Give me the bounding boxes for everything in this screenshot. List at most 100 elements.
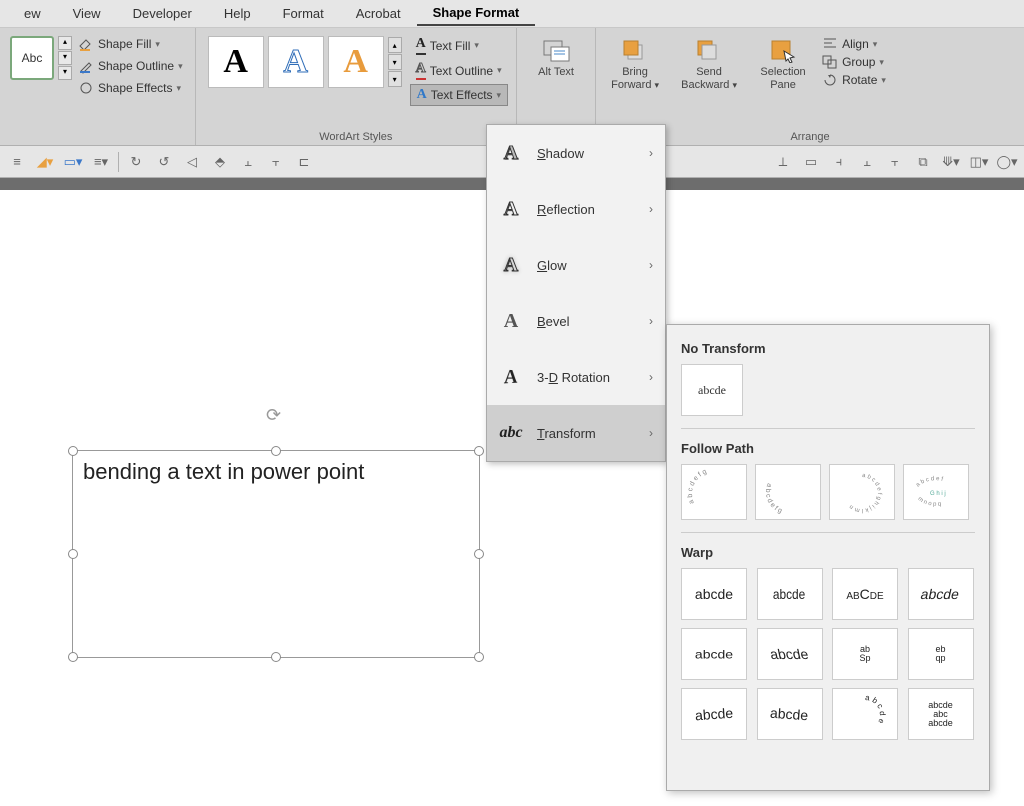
resize-handle-tl[interactable] [68,446,78,456]
warp-preset-3[interactable]: abCde [832,568,898,620]
qat-rect-icon[interactable]: ▭ [800,151,822,173]
qat-flip-v-icon[interactable]: ⬘ [209,151,231,173]
qat-align3-icon[interactable]: ⫠ [856,151,878,173]
resize-handle-tm[interactable] [271,446,281,456]
resize-handle-bl[interactable] [68,652,78,662]
warp-preset-7[interactable]: abSp [832,628,898,680]
warp-preset-6[interactable]: abcde [757,628,823,680]
bring-forward-label: Bring Forward [611,66,651,91]
resize-handle-bm[interactable] [271,652,281,662]
svg-text:m n o p q: m n o p q [916,496,941,508]
menu-item-acrobat[interactable]: Acrobat [340,2,417,25]
warp-preset-11[interactable]: a b c d e [832,688,898,740]
rotate-label: Rotate [842,73,877,87]
text-fill-button[interactable]: A Text Fill ▾ [410,34,508,57]
resize-handle-mr[interactable] [474,549,484,559]
bring-forward-button[interactable]: Bring Forward ▾ [602,32,668,95]
shape-effects-button[interactable]: Shape Effects ▾ [74,78,187,98]
text-outline-button[interactable]: A Text Outline ▾ [410,59,508,82]
no-transform-option[interactable]: abcde [681,364,743,416]
gallery-down-icon[interactable]: ▾ [58,51,72,65]
glow-icon: A [499,253,523,277]
wordart-more-icon[interactable]: ▾ [388,71,402,87]
warp-preset-2[interactable]: abcde [757,568,823,620]
dd-transform[interactable]: abc Transform › [487,405,665,461]
qat-rotate-right-icon[interactable]: ↻ [125,151,147,173]
wordart-preset-2[interactable]: A [268,36,324,88]
dd-3d-rotation[interactable]: A 3-D Rotation › [487,349,665,405]
menu-item-format[interactable]: Format [267,2,340,25]
dd-bevel[interactable]: A Bevel › [487,293,665,349]
gallery-up-icon[interactable]: ▴ [58,36,72,50]
effects-icon [78,80,94,96]
dd-reflection[interactable]: A Reflection › [487,181,665,237]
qat-dist-h-icon[interactable]: ⫠ [237,151,259,173]
submenu-arrow-icon: › [649,426,653,440]
qat-align4-icon[interactable]: ⫟ [884,151,906,173]
alt-text-button[interactable]: Alt Text [523,32,589,83]
qat-align-left-icon[interactable]: ⊏ [293,151,315,173]
warp-heading: Warp [681,545,975,560]
resize-handle-tr[interactable] [474,446,484,456]
text-effects-button[interactable]: A Text Effects ▾ [410,84,508,106]
warp-preset-1[interactable]: abcde [681,568,747,620]
menu-item-shape-format[interactable]: Shape Format [417,1,536,26]
qat-circle-icon[interactable]: ◯▾ [996,151,1018,173]
shape-style-preset[interactable]: Abc [10,36,54,80]
qat-font-color-icon[interactable]: ◢▾ [34,151,56,173]
wordart-preset-3[interactable]: A [328,36,384,88]
qat-group2-icon[interactable]: ⧉ [912,151,934,173]
shape-fill-button[interactable]: Shape Fill ▾ [74,34,187,54]
alt-text-label: Alt Text [538,66,574,78]
submenu-arrow-icon: › [649,202,653,216]
follow-path-arch-down[interactable]: a b c d e f g [755,464,821,520]
dd-shadow[interactable]: A Shadow › [487,125,665,181]
follow-path-circle[interactable]: a b c d e f g h i j k l m n [829,464,895,520]
align-button[interactable]: Align ▾ [818,36,890,52]
follow-path-button[interactable]: a b c d e fG h i jm n o p q [903,464,969,520]
text-fill-label: Text Fill [430,39,471,53]
qat-dist-v-icon[interactable]: ⫟ [265,151,287,173]
warp-preset-10[interactable]: abcde [757,688,823,740]
selected-text-box[interactable]: ⟳ bending a text in power point [72,450,480,658]
dd-transform-label: Transform [537,426,596,441]
menu-item-developer[interactable]: Developer [117,2,208,25]
menu-item-help[interactable]: Help [208,2,267,25]
warp-preset-8[interactable]: ebqp [908,628,974,680]
wordart-preset-1[interactable]: A [208,36,264,88]
qat-rotate-left-icon[interactable]: ↺ [153,151,175,173]
pencil-icon [78,58,94,74]
warp-preset-5[interactable]: abcde [681,628,747,680]
send-backward-label: Send Backward [681,66,729,91]
align-label: Align [842,37,869,51]
qat-line-style-icon[interactable]: ≡▾ [90,151,112,173]
text-box-content[interactable]: bending a text in power point [73,451,479,493]
group-button[interactable]: Group ▾ [818,54,890,70]
follow-path-arch-up[interactable]: a b c d e f g [681,464,747,520]
warp-preset-12[interactable]: abcdeabcabcde [908,688,974,740]
resize-handle-ml[interactable] [68,549,78,559]
wordart-scroll-up-icon[interactable]: ▴ [388,37,402,53]
rotate-handle-icon[interactable]: ⟳ [266,405,281,426]
qat-flip-h-icon[interactable]: ◁ [181,151,203,173]
qat-align2-icon[interactable]: ⫞ [828,151,850,173]
send-backward-button[interactable]: Send Backward ▾ [676,32,742,95]
wordart-scroll-down-icon[interactable]: ▾ [388,54,402,70]
gallery-more-icon[interactable]: ▾ [58,66,72,80]
selection-pane-button[interactable]: Selection Pane [750,32,816,95]
resize-handle-br[interactable] [474,652,484,662]
selection-pane-label: Selection Pane [760,66,805,91]
menu-item-review[interactable]: ew [8,2,57,25]
rotate-button[interactable]: Rotate ▾ [818,72,890,88]
qat-align-icon[interactable]: ≡ [6,151,28,173]
menu-item-view[interactable]: View [57,2,117,25]
warp-preset-9[interactable]: abcde [681,688,747,740]
qat-pane-icon[interactable]: ◫▾ [968,151,990,173]
dd-shadow-label: Shadow [537,146,584,161]
dd-glow[interactable]: A Glow › [487,237,665,293]
qat-crop-icon[interactable]: ⟂ [772,151,794,173]
shape-outline-button[interactable]: Shape Outline ▾ [74,56,187,76]
warp-preset-4[interactable]: abcde [908,568,974,620]
qat-shape-outline-icon[interactable]: ▭▾ [62,151,84,173]
qat-send-back-icon[interactable]: ⟱▾ [940,151,962,173]
